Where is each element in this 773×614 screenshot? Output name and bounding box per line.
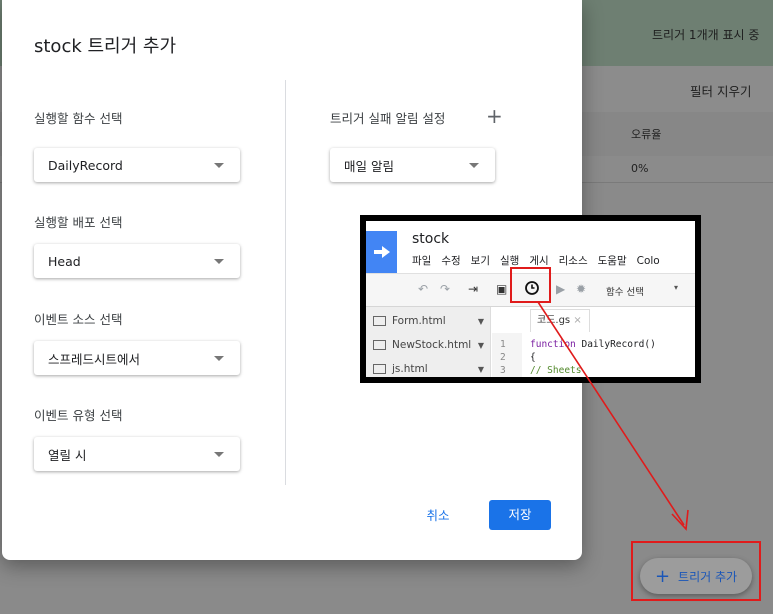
file-item[interactable]: NewStock.html ▼ (366, 333, 490, 357)
chevron-down-icon (469, 162, 479, 168)
trigger-count-text: 트리거 1개개 표시 중 (652, 28, 760, 42)
line-number: 1 (500, 339, 506, 350)
menu-help[interactable]: 도움말 (598, 255, 627, 267)
function-select[interactable]: DailyRecord (34, 148, 240, 182)
event-source-label: 이벤트 소스 선택 (34, 312, 123, 327)
undo-icon[interactable]: ↶ (418, 282, 428, 296)
menu-file[interactable]: 파일 (412, 255, 431, 267)
function-select-dropdown[interactable]: 함수 선택 (606, 284, 644, 298)
code-text: DailyRecord() (575, 339, 656, 350)
chevron-down-icon: ▾ (674, 283, 679, 292)
menu-bar: 파일 수정 보기 실행 게시 리소스 도움말 Colo (412, 253, 670, 268)
redo-icon[interactable]: ↷ (440, 282, 450, 296)
menu-run[interactable]: 실행 (500, 255, 519, 267)
column-error-rate: 오류율 (631, 128, 662, 141)
event-source-select-value: 스프레드시트에서 (48, 351, 141, 367)
project-title: stock (412, 231, 450, 247)
function-label: 실행할 함수 선택 (34, 111, 123, 126)
event-type-select[interactable]: 열릴 시 (34, 437, 240, 471)
chevron-down-icon[interactable]: ▼ (478, 341, 484, 350)
chevron-down-icon (214, 355, 224, 361)
line-number: 3 (500, 365, 506, 376)
function-select-value: DailyRecord (48, 157, 123, 173)
file-list: Form.html ▼ NewStock.html ▼ js.html ▼ (366, 307, 491, 377)
clock-trigger-icon[interactable] (524, 280, 540, 299)
file-icon (373, 340, 386, 350)
deployment-select[interactable]: Head (34, 244, 240, 278)
code-line: function DailyRecord() (530, 339, 656, 350)
code-keyword: function (530, 339, 576, 350)
file-icon (373, 364, 386, 374)
menu-resources[interactable]: 리소스 (559, 255, 588, 267)
failure-notification-select[interactable]: 매일 알림 (330, 148, 495, 182)
cancel-button[interactable]: 취소 (416, 503, 460, 529)
file-icon (373, 316, 386, 326)
chevron-down-icon (214, 451, 224, 457)
deployment-label: 실행할 배포 선택 (34, 215, 123, 230)
file-name: NewStock.html (392, 339, 472, 351)
script-editor-screenshot: stock 파일 수정 보기 실행 게시 리소스 도움말 Colo ↶ ↷ ⇥ ▣ ▶ ✹ 함… (366, 221, 695, 377)
add-notification-icon[interactable]: + (486, 104, 503, 128)
add-trigger-button[interactable]: + 트리거 추가 (640, 558, 752, 594)
event-type-select-value: 열릴 시 (48, 447, 87, 463)
dialog-title: stock 트리거 추가 (34, 36, 177, 57)
annotation-arrowhead (671, 509, 689, 531)
close-icon[interactable]: × (573, 315, 581, 326)
chevron-down-icon (214, 258, 224, 264)
failure-notification-value: 매일 알림 (344, 158, 394, 174)
code-tab[interactable]: 코드.gs × (530, 309, 590, 332)
clear-filter-button[interactable]: 필터 지우기 (690, 81, 751, 100)
deployment-select-value: Head (48, 253, 81, 269)
editor-toolbar: ↶ ↷ ⇥ ▣ ▶ ✹ 함수 선택 ▾ (366, 273, 695, 307)
failure-notification-label: 트리거 실패 알림 설정 (330, 111, 446, 126)
event-type-label: 이벤트 유형 선택 (34, 408, 123, 423)
plus-icon: + (654, 565, 671, 587)
chevron-down-icon (214, 162, 224, 168)
menu-colo[interactable]: Colo (637, 255, 660, 267)
error-rate-value: 0% (631, 162, 649, 175)
line-gutter: 1 2 3 (492, 333, 522, 377)
file-name: Form.html (392, 315, 446, 327)
script-editor-inset: stock 파일 수정 보기 실행 게시 리소스 도움말 Colo ↶ ↷ ⇥ ▣ ▶ ✹ 함… (360, 215, 701, 383)
code-editor[interactable]: 코드.gs × 1 2 3 function DailyRecord() { /… (492, 307, 695, 377)
chevron-down-icon[interactable]: ▼ (478, 365, 484, 374)
file-item[interactable]: Form.html ▼ (366, 309, 490, 333)
file-item[interactable]: js.html ▼ (366, 357, 490, 377)
indent-icon[interactable]: ⇥ (468, 282, 478, 296)
add-trigger-label: 트리거 추가 (678, 569, 738, 584)
run-icon[interactable]: ▶ (556, 282, 565, 296)
menu-view[interactable]: 보기 (471, 255, 490, 267)
file-name: js.html (392, 363, 428, 375)
event-source-select[interactable]: 스프레드시트에서 (34, 341, 240, 375)
code-tab-label: 코드.gs (537, 315, 571, 326)
chevron-down-icon[interactable]: ▼ (478, 317, 484, 326)
code-line: // Sheets (530, 365, 582, 376)
code-line: { (530, 352, 536, 363)
menu-edit[interactable]: 수정 (441, 255, 460, 267)
debug-icon[interactable]: ✹ (576, 282, 586, 296)
line-number: 2 (500, 352, 506, 363)
column-divider (285, 80, 286, 485)
menu-publish[interactable]: 게시 (529, 255, 548, 267)
apps-script-logo-icon (366, 231, 397, 273)
save-button[interactable]: 저장 (489, 500, 551, 530)
save-icon[interactable]: ▣ (496, 282, 507, 296)
